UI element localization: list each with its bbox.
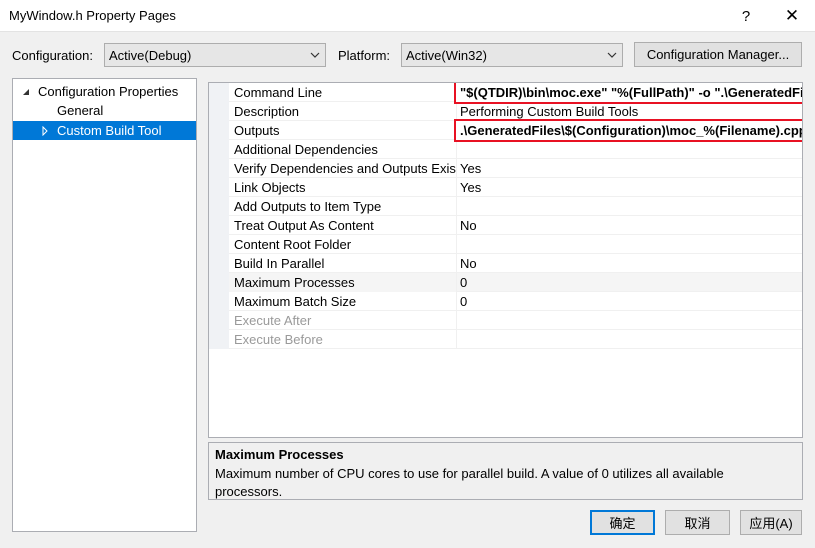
description-title: Maximum Processes [215,447,344,462]
property-row-execute-after[interactable]: Execute After [229,311,802,330]
apply-button[interactable]: 应用(A) [740,510,802,535]
property-name: Build In Parallel [229,254,457,273]
property-name: Verify Dependencies and Outputs Exis [229,159,457,178]
property-name: Content Root Folder [229,235,457,254]
property-name: Maximum Batch Size [229,292,457,311]
property-name: Command Line [229,83,457,102]
property-value[interactable] [457,311,802,330]
property-value[interactable] [457,140,802,159]
tree-item-configuration-properties[interactable]: Configuration Properties [13,82,196,101]
property-value[interactable]: No [457,254,802,273]
tree-item-label: Configuration Properties [38,84,179,99]
property-tree: Configuration Properties General Custom … [12,78,197,532]
property-row-build-in-parallel[interactable]: Build In Parallel No [229,254,802,273]
tree-item-custom-build-tool[interactable]: Custom Build Tool [13,121,196,140]
property-name: Outputs [229,121,457,140]
grid-gutter [209,83,229,349]
property-value[interactable] [457,235,802,254]
close-button[interactable]: ✕ [769,0,815,32]
configuration-dropdown[interactable]: Active(Debug) [104,43,326,67]
platform-dropdown[interactable]: Active(Win32) [401,43,623,67]
property-row-verify-dependencies[interactable]: Verify Dependencies and Outputs Exis Yes [229,159,802,178]
property-value[interactable]: Yes [457,159,802,178]
property-name: Execute Before [229,330,457,349]
collapsed-triangle-icon[interactable] [40,126,50,136]
property-grid: Command Line Description Performing Cust… [208,82,803,438]
property-row-maximum-processes[interactable]: Maximum Processes 0 [229,273,802,292]
property-value[interactable]: Yes [457,178,802,197]
property-name: Link Objects [229,178,457,197]
property-name: Maximum Processes [229,273,457,292]
property-value[interactable]: 0 [457,273,802,292]
property-row-execute-before[interactable]: Execute Before [229,330,802,349]
platform-value: Active(Win32) [406,48,487,63]
title-bar: MyWindow.h Property Pages ? ✕ [0,0,815,32]
property-value[interactable]: No [457,216,802,235]
property-value[interactable] [457,330,802,349]
property-row-treat-output-as-content[interactable]: Treat Output As Content No [229,216,802,235]
property-name: Execute After [229,311,457,330]
cancel-button[interactable]: 取消 [665,510,730,535]
tree-item-label: Custom Build Tool [57,123,162,138]
configuration-value: Active(Debug) [109,48,192,63]
property-row-link-objects[interactable]: Link Objects Yes [229,178,802,197]
outputs-value-highlight[interactable]: .\GeneratedFiles\$(Configuration)\moc_%(… [454,119,802,142]
property-row-add-outputs-to-item-type[interactable]: Add Outputs to Item Type [229,197,802,216]
property-value[interactable] [457,197,802,216]
window-title: MyWindow.h Property Pages [9,8,176,23]
property-row-maximum-batch-size[interactable]: Maximum Batch Size 0 [229,292,802,311]
description-panel: Maximum Processes Maximum number of CPU … [208,442,803,500]
expanded-triangle-icon[interactable] [21,87,31,97]
platform-label: Platform: [338,48,391,63]
property-name: Additional Dependencies [229,140,457,159]
command-line-value-highlight[interactable]: "$(QTDIR)\bin\moc.exe" "%(FullPath)" -o … [454,83,802,104]
property-row-content-root-folder[interactable]: Content Root Folder [229,235,802,254]
help-button[interactable]: ? [723,0,769,32]
chevron-down-icon [310,52,320,58]
tree-item-general[interactable]: General [13,101,196,120]
property-name: Description [229,102,457,121]
tree-item-label: General [57,103,104,118]
property-value[interactable]: 0 [457,292,802,311]
configuration-manager-button[interactable]: Configuration Manager... [634,42,802,67]
property-row-additional-dependencies[interactable]: Additional Dependencies [229,140,802,159]
property-name: Treat Output As Content [229,216,457,235]
property-name: Add Outputs to Item Type [229,197,457,216]
description-text: Maximum number of CPU cores to use for p… [215,466,724,499]
ok-button[interactable]: 确定 [590,510,655,535]
chevron-down-icon [607,52,617,58]
configuration-label: Configuration: [12,48,93,63]
